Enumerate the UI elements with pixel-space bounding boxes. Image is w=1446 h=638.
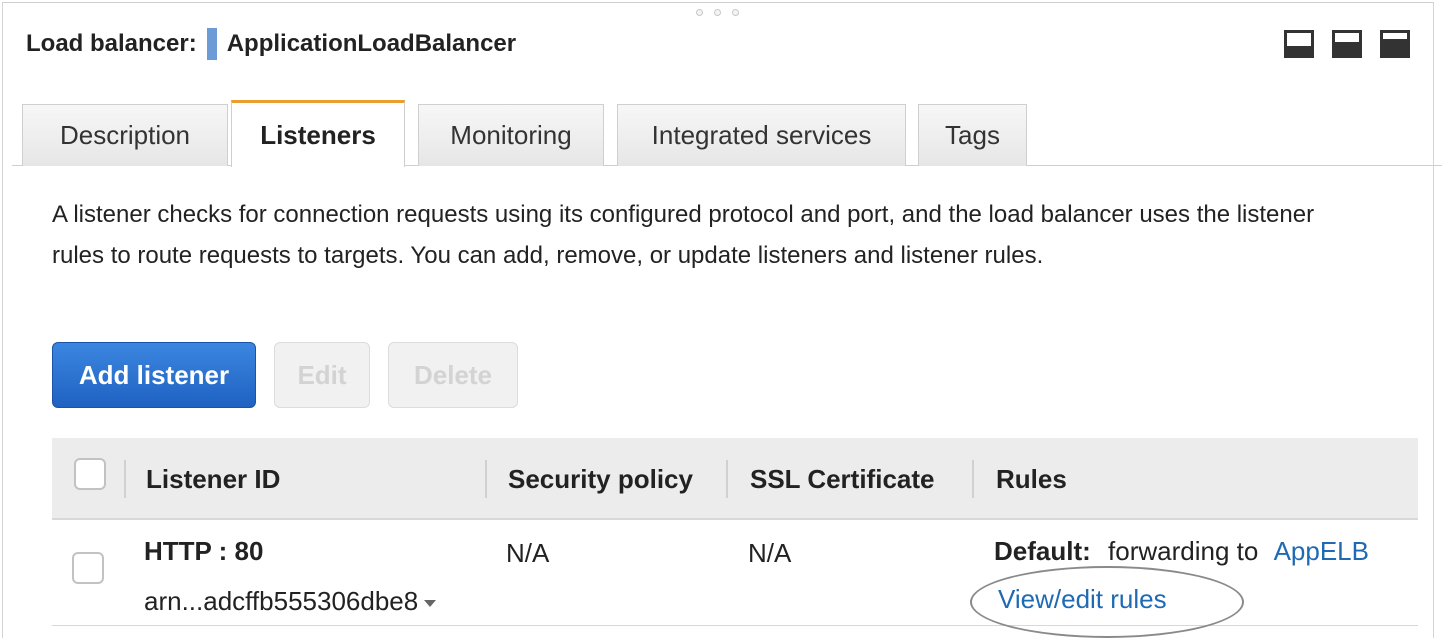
panel-split-icon[interactable] [1332, 30, 1362, 58]
tab-listeners[interactable]: Listeners [231, 100, 405, 167]
tab-description[interactable]: Description [22, 104, 228, 166]
tab-tags[interactable]: Tags [918, 104, 1027, 166]
rules-default-text: forwarding to [1108, 536, 1259, 566]
column-ssl-certificate[interactable]: SSL Certificate [750, 438, 934, 520]
row-checkbox[interactable] [72, 552, 104, 584]
security-policy-value: N/A [506, 538, 550, 568]
column-divider [124, 460, 126, 498]
listeners-table-header: Listener ID Security policy SSL Certific… [52, 438, 1418, 520]
header-label: Load balancer: [26, 30, 197, 57]
load-balancer-name: ApplicationLoadBalancer [226, 30, 517, 57]
rules-default: Default: forwarding to AppELB [994, 536, 1369, 567]
column-divider [726, 460, 728, 498]
tab-integrated-services[interactable]: Integrated services [617, 104, 906, 166]
select-all-checkbox[interactable] [74, 458, 106, 490]
listeners-description: A listener checks for connection request… [52, 201, 1315, 269]
panel-header: Load balancer: ApplicationLoadBalancer [26, 26, 516, 62]
listener-arn-text: arn...adcffb555306dbe8 [144, 586, 419, 616]
edit-button[interactable]: Edit [274, 342, 370, 408]
ssl-certificate-value: N/A [748, 538, 792, 568]
delete-button[interactable]: Delete [388, 342, 518, 408]
tab-monitoring[interactable]: Monitoring [418, 104, 604, 166]
target-group-link[interactable]: AppELB [1274, 536, 1369, 566]
name-marker [206, 28, 217, 60]
chevron-down-icon[interactable] [424, 599, 437, 607]
panel-layout-controls [1284, 30, 1410, 58]
rules-default-label: Default: [994, 536, 1091, 566]
panel-top-icon[interactable] [1380, 30, 1410, 58]
resize-handle[interactable] [696, 9, 756, 17]
column-rules[interactable]: Rules [996, 438, 1067, 520]
tab-bar: Description Listeners Monitoring Integra… [12, 100, 1442, 167]
column-divider [972, 460, 974, 498]
panel-bottom-icon[interactable] [1284, 30, 1314, 58]
column-security-policy[interactable]: Security policy [508, 438, 693, 520]
column-listener-id[interactable]: Listener ID [146, 438, 280, 520]
listener-arn[interactable]: arn...adcffb555306dbe8 [144, 586, 437, 617]
column-divider [485, 460, 487, 498]
listener-protocol: HTTP : 80 [144, 536, 264, 566]
highlight-ellipse [970, 566, 1244, 638]
add-listener-button[interactable]: Add listener [52, 342, 256, 408]
